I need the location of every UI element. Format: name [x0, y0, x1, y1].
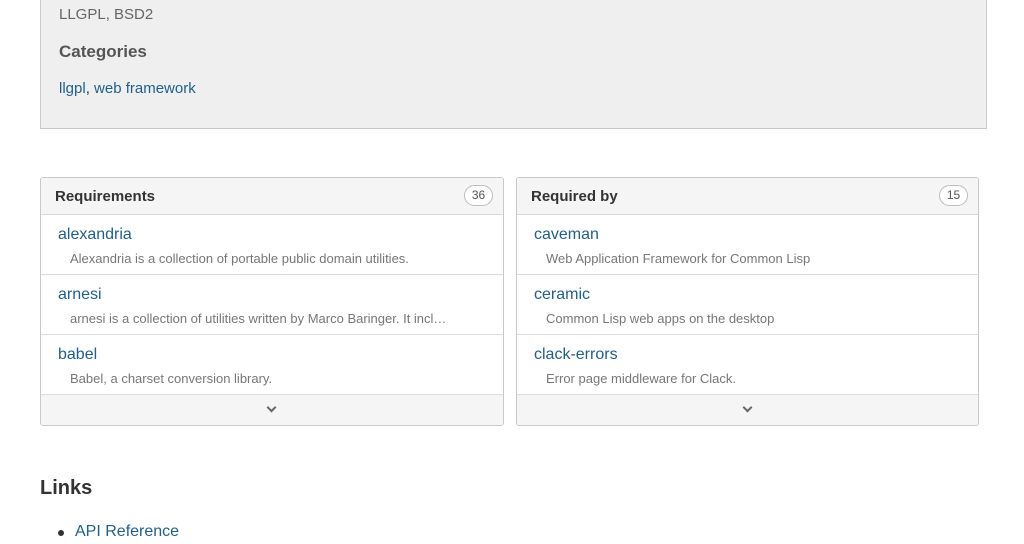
required-by-item: ceramic Common Lisp web apps on the desk… [517, 275, 978, 335]
required-by-panel: Required by 15 caveman Web Application F… [516, 177, 979, 426]
requirements-panel: Requirements 36 alexandria Alexandria is… [40, 177, 504, 426]
required-by-description: Common Lisp web apps on the desktop [546, 311, 775, 326]
required-by-description: Web Application Framework for Common Lis… [546, 251, 811, 266]
required-by-expand-button[interactable] [517, 395, 978, 425]
required-by-link-caveman[interactable]: caveman [534, 226, 599, 244]
required-by-link-ceramic[interactable]: ceramic [534, 286, 590, 304]
required-by-count-badge: 15 [939, 185, 968, 206]
license-text: LLGPL, BSD2 [59, 6, 154, 23]
requirement-item: alexandria Alexandria is a collection of… [41, 215, 503, 275]
required-by-link-clack-errors[interactable]: clack-errors [534, 346, 618, 364]
required-by-item: caveman Web Application Framework for Co… [517, 215, 978, 275]
api-reference-link[interactable]: API Reference [75, 523, 179, 540]
category-link-web-framework[interactable]: web framework [94, 80, 196, 97]
category-link-llgpl[interactable]: llgpl [59, 80, 86, 97]
requirements-expand-button[interactable] [41, 395, 503, 425]
categories-heading: Categories [59, 42, 147, 61]
category-separator: , [85, 80, 95, 97]
requirement-item: babel Babel, a charset conversion librar… [41, 335, 503, 395]
requirements-title: Requirements [55, 188, 156, 205]
requirement-link-babel[interactable]: babel [58, 346, 97, 364]
required-by-description: Error page middleware for Clack. [546, 371, 737, 386]
requirement-item: arnesi arnesi is a collection of utiliti… [41, 275, 503, 335]
chevron-down-icon [266, 402, 277, 413]
required-by-panel-heading: Required by 15 [517, 178, 978, 215]
bullet-icon [58, 530, 64, 536]
links-heading: Links [40, 477, 93, 499]
requirements-panel-heading: Requirements 36 [41, 178, 503, 215]
chevron-down-icon [742, 402, 752, 413]
required-by-title: Required by [531, 188, 618, 205]
requirements-count-badge: 36 [464, 185, 493, 206]
category-list: llgpl, web framework [59, 80, 196, 97]
requirement-link-arnesi[interactable]: arnesi [58, 286, 102, 304]
requirement-description: Alexandria is a collection of portable p… [70, 251, 409, 266]
requirement-link-alexandria[interactable]: alexandria [58, 226, 132, 244]
links-list: API Reference [40, 520, 179, 544]
project-info-box: LLGPL, BSD2 Categories llgpl, web framew… [40, 0, 987, 129]
requirement-description: Babel, a charset conversion library. [70, 371, 273, 386]
list-item: API Reference [40, 520, 179, 544]
required-by-item: clack-errors Error page middleware for C… [517, 335, 978, 395]
requirement-description: arnesi is a collection of utilities writ… [70, 311, 447, 326]
